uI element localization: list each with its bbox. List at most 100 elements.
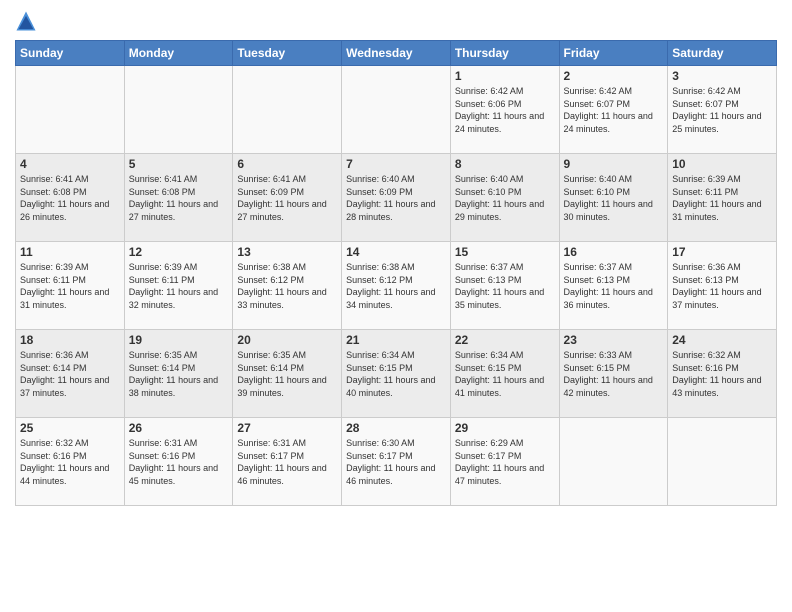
day-info: Sunrise: 6:41 AM Sunset: 6:08 PM Dayligh… xyxy=(129,173,229,223)
calendar-week-2: 11 Sunrise: 6:39 AM Sunset: 6:11 PM Dayli… xyxy=(16,242,777,330)
day-number: 17 xyxy=(672,245,772,259)
day-number: 7 xyxy=(346,157,446,171)
calendar-cell: 12 Sunrise: 6:39 AM Sunset: 6:11 PM Dayli… xyxy=(124,242,233,330)
calendar-cell: 24Sunrise: 6:32 AM Sunset: 6:16 PM Dayli… xyxy=(668,330,777,418)
calendar-cell: 5 Sunrise: 6:41 AM Sunset: 6:08 PM Daylig… xyxy=(124,154,233,242)
day-info: Sunrise: 6:39 AM Sunset: 6:11 PM Dayligh… xyxy=(20,261,120,311)
calendar-cell: 3 Sunrise: 6:42 AM Sunset: 6:07 PM Daylig… xyxy=(668,66,777,154)
day-number: 6 xyxy=(237,157,337,171)
calendar-cell xyxy=(559,418,668,506)
calendar: SundayMondayTuesdayWednesdayThursdayFrid… xyxy=(15,40,777,506)
page: SundayMondayTuesdayWednesdayThursdayFrid… xyxy=(0,0,792,612)
day-info: Sunrise: 6:40 AM Sunset: 6:10 PM Dayligh… xyxy=(564,173,664,223)
calendar-cell: 10 Sunrise: 6:39 AM Sunset: 6:11 PM Dayli… xyxy=(668,154,777,242)
day-info: Sunrise: 6:29 AM Sunset: 6:17 PM Dayligh… xyxy=(455,437,555,487)
days-header-row: SundayMondayTuesdayWednesdayThursdayFrid… xyxy=(16,41,777,66)
calendar-cell: 1Sunrise: 6:42 AM Sunset: 6:06 PM Daylig… xyxy=(450,66,559,154)
day-info: Sunrise: 6:31 AM Sunset: 6:16 PM Dayligh… xyxy=(129,437,229,487)
day-number: 10 xyxy=(672,157,772,171)
day-info: Sunrise: 6:34 AM Sunset: 6:15 PM Dayligh… xyxy=(455,349,555,399)
day-number: 12 xyxy=(129,245,229,259)
calendar-header: SundayMondayTuesdayWednesdayThursdayFrid… xyxy=(16,41,777,66)
calendar-cell: 25Sunrise: 6:32 AM Sunset: 6:16 PM Dayli… xyxy=(16,418,125,506)
calendar-cell: 7 Sunrise: 6:40 AM Sunset: 6:09 PM Daylig… xyxy=(342,154,451,242)
day-header-thursday: Thursday xyxy=(450,41,559,66)
day-info: Sunrise: 6:35 AM Sunset: 6:14 PM Dayligh… xyxy=(129,349,229,399)
day-number: 27 xyxy=(237,421,337,435)
day-info: Sunrise: 6:35 AM Sunset: 6:14 PM Dayligh… xyxy=(237,349,337,399)
day-info: Sunrise: 6:31 AM Sunset: 6:17 PM Dayligh… xyxy=(237,437,337,487)
day-info: Sunrise: 6:38 AM Sunset: 6:12 PM Dayligh… xyxy=(346,261,446,311)
calendar-cell: 26Sunrise: 6:31 AM Sunset: 6:16 PM Dayli… xyxy=(124,418,233,506)
day-number: 4 xyxy=(20,157,120,171)
day-info: Sunrise: 6:36 AM Sunset: 6:14 PM Dayligh… xyxy=(20,349,120,399)
day-number: 25 xyxy=(20,421,120,435)
day-header-wednesday: Wednesday xyxy=(342,41,451,66)
day-info: Sunrise: 6:39 AM Sunset: 6:11 PM Dayligh… xyxy=(672,173,772,223)
calendar-cell xyxy=(342,66,451,154)
calendar-cell: 19 Sunrise: 6:35 AM Sunset: 6:14 PM Dayli… xyxy=(124,330,233,418)
day-info: Sunrise: 6:32 AM Sunset: 6:16 PM Dayligh… xyxy=(672,349,772,399)
day-number: 13 xyxy=(237,245,337,259)
day-info: Sunrise: 6:33 AM Sunset: 6:15 PM Dayligh… xyxy=(564,349,664,399)
day-number: 5 xyxy=(129,157,229,171)
day-number: 16 xyxy=(564,245,664,259)
calendar-cell: 14 Sunrise: 6:38 AM Sunset: 6:12 PM Dayli… xyxy=(342,242,451,330)
day-header-friday: Friday xyxy=(559,41,668,66)
day-number: 3 xyxy=(672,69,772,83)
day-info: Sunrise: 6:37 AM Sunset: 6:13 PM Dayligh… xyxy=(455,261,555,311)
day-info: Sunrise: 6:30 AM Sunset: 6:17 PM Dayligh… xyxy=(346,437,446,487)
calendar-cell xyxy=(233,66,342,154)
calendar-cell xyxy=(668,418,777,506)
header xyxy=(15,10,777,32)
calendar-cell: 17 Sunrise: 6:36 AM Sunset: 6:13 PM Dayli… xyxy=(668,242,777,330)
calendar-cell: 27 Sunrise: 6:31 AM Sunset: 6:17 PM Dayli… xyxy=(233,418,342,506)
calendar-cell: 2 Sunrise: 6:42 AM Sunset: 6:07 PM Daylig… xyxy=(559,66,668,154)
calendar-cell xyxy=(16,66,125,154)
day-header-saturday: Saturday xyxy=(668,41,777,66)
day-number: 20 xyxy=(237,333,337,347)
day-number: 2 xyxy=(564,69,664,83)
day-info: Sunrise: 6:34 AM Sunset: 6:15 PM Dayligh… xyxy=(346,349,446,399)
day-info: Sunrise: 6:41 AM Sunset: 6:08 PM Dayligh… xyxy=(20,173,120,223)
day-header-monday: Monday xyxy=(124,41,233,66)
calendar-cell: 20 Sunrise: 6:35 AM Sunset: 6:14 PM Dayli… xyxy=(233,330,342,418)
calendar-week-0: 1Sunrise: 6:42 AM Sunset: 6:06 PM Daylig… xyxy=(16,66,777,154)
calendar-week-3: 18 Sunrise: 6:36 AM Sunset: 6:14 PM Dayli… xyxy=(16,330,777,418)
day-info: Sunrise: 6:42 AM Sunset: 6:07 PM Dayligh… xyxy=(564,85,664,135)
day-info: Sunrise: 6:39 AM Sunset: 6:11 PM Dayligh… xyxy=(129,261,229,311)
day-info: Sunrise: 6:41 AM Sunset: 6:09 PM Dayligh… xyxy=(237,173,337,223)
calendar-cell: 22Sunrise: 6:34 AM Sunset: 6:15 PM Dayli… xyxy=(450,330,559,418)
day-number: 14 xyxy=(346,245,446,259)
calendar-cell: 4 Sunrise: 6:41 AM Sunset: 6:08 PM Daylig… xyxy=(16,154,125,242)
calendar-cell: 16 Sunrise: 6:37 AM Sunset: 6:13 PM Dayli… xyxy=(559,242,668,330)
day-info: Sunrise: 6:37 AM Sunset: 6:13 PM Dayligh… xyxy=(564,261,664,311)
calendar-cell: 18 Sunrise: 6:36 AM Sunset: 6:14 PM Dayli… xyxy=(16,330,125,418)
day-number: 15 xyxy=(455,245,555,259)
calendar-body: 1Sunrise: 6:42 AM Sunset: 6:06 PM Daylig… xyxy=(16,66,777,506)
calendar-cell: 11 Sunrise: 6:39 AM Sunset: 6:11 PM Dayli… xyxy=(16,242,125,330)
calendar-cell: 6 Sunrise: 6:41 AM Sunset: 6:09 PM Daylig… xyxy=(233,154,342,242)
calendar-week-4: 25Sunrise: 6:32 AM Sunset: 6:16 PM Dayli… xyxy=(16,418,777,506)
calendar-cell: 15 Sunrise: 6:37 AM Sunset: 6:13 PM Dayli… xyxy=(450,242,559,330)
calendar-cell: 23Sunrise: 6:33 AM Sunset: 6:15 PM Dayli… xyxy=(559,330,668,418)
day-number: 28 xyxy=(346,421,446,435)
calendar-cell: 29 Sunrise: 6:29 AM Sunset: 6:17 PM Dayli… xyxy=(450,418,559,506)
day-info: Sunrise: 6:42 AM Sunset: 6:07 PM Dayligh… xyxy=(672,85,772,135)
calendar-cell: 8Sunrise: 6:40 AM Sunset: 6:10 PM Daylig… xyxy=(450,154,559,242)
day-number: 9 xyxy=(564,157,664,171)
day-number: 11 xyxy=(20,245,120,259)
day-info: Sunrise: 6:36 AM Sunset: 6:13 PM Dayligh… xyxy=(672,261,772,311)
day-number: 1 xyxy=(455,69,555,83)
day-number: 19 xyxy=(129,333,229,347)
calendar-week-1: 4 Sunrise: 6:41 AM Sunset: 6:08 PM Daylig… xyxy=(16,154,777,242)
day-header-tuesday: Tuesday xyxy=(233,41,342,66)
day-header-sunday: Sunday xyxy=(16,41,125,66)
calendar-cell: 21Sunrise: 6:34 AM Sunset: 6:15 PM Dayli… xyxy=(342,330,451,418)
logo xyxy=(15,10,41,32)
calendar-cell xyxy=(124,66,233,154)
day-number: 18 xyxy=(20,333,120,347)
day-number: 8 xyxy=(455,157,555,171)
day-info: Sunrise: 6:40 AM Sunset: 6:09 PM Dayligh… xyxy=(346,173,446,223)
day-number: 29 xyxy=(455,421,555,435)
